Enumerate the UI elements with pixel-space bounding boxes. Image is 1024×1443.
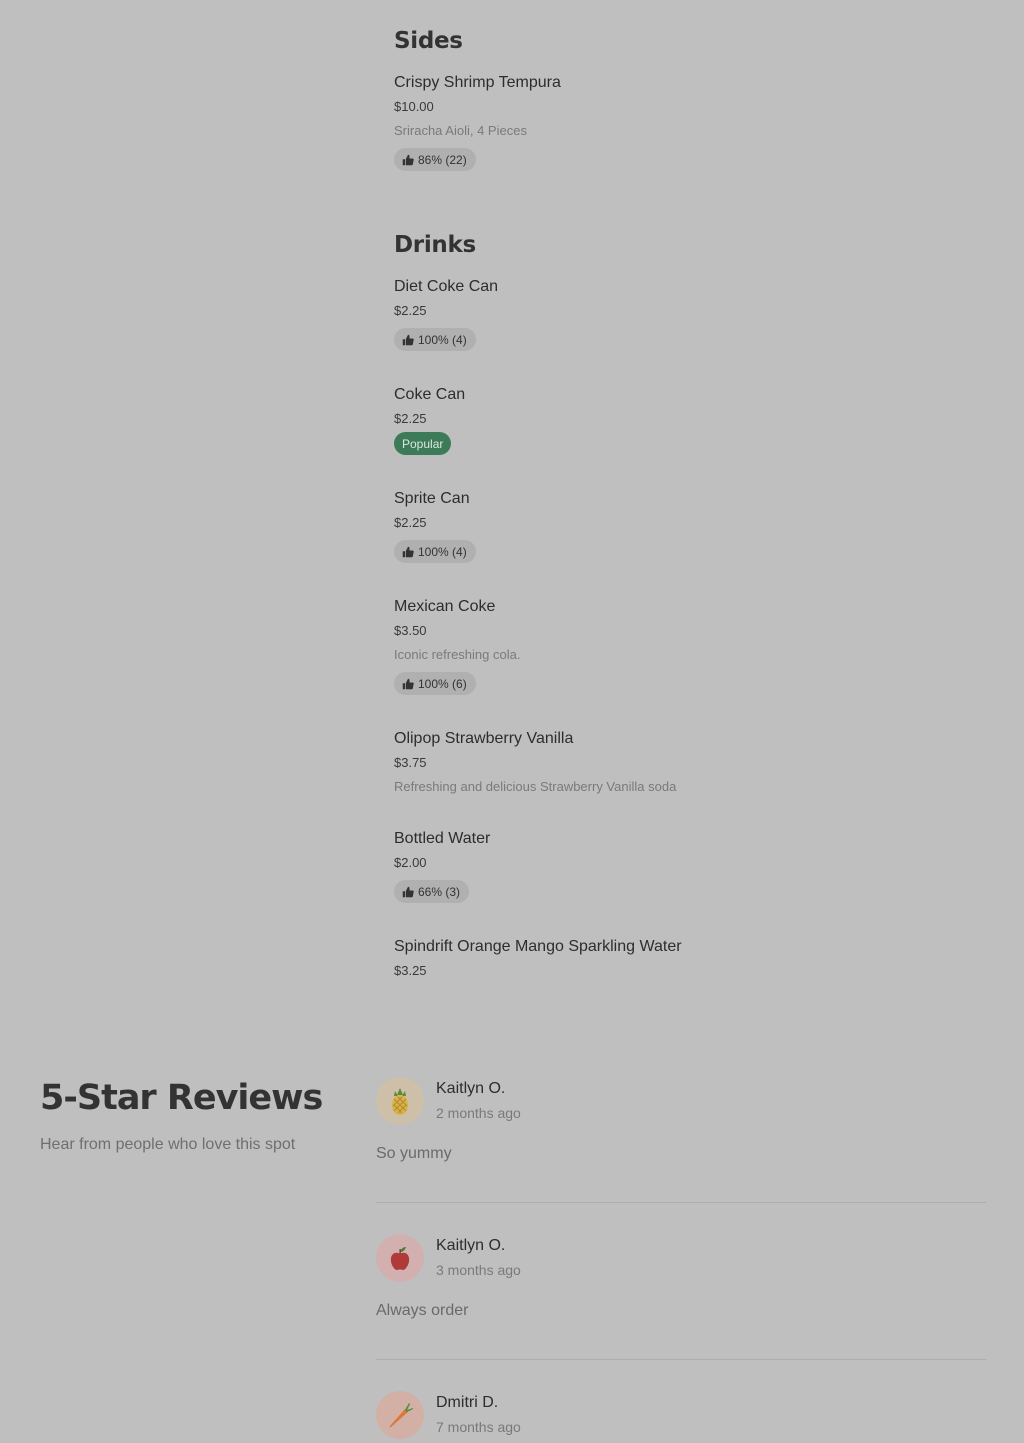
item-name: Spindrift Orange Mango Sparkling Water [394,938,682,955]
thumbs-up-icon [402,334,414,345]
rating-value: 100% (6) [418,676,467,691]
item-price: $2.25 [394,411,427,426]
review-text: So yummy [376,1145,452,1162]
rating-badge: 100% (6) [394,672,476,695]
rating-badge: 66% (3) [394,880,470,903]
reviewer-name: Kaitlyn O. [436,1080,506,1097]
reviewer-name: Dmitri D. [436,1394,499,1411]
menu-item-sprite-can[interactable]: Sprite Can $2.25 100% (4) [394,489,994,563]
menu-item-diet-coke-can[interactable]: Diet Coke Can $2.25 100% (4) [394,277,994,351]
menu-item-coke-can[interactable]: Coke Can $2.25 Popular [394,385,994,455]
reviews-subheading: Hear from people who love this spot [40,1136,296,1153]
thumbs-up-icon [402,154,414,165]
review-text: Always order [376,1302,469,1319]
rating-badge: 86% (22) [394,148,476,171]
section-title-drinks: Drinks [394,232,476,258]
item-name: Sprite Can [394,490,470,507]
item-description: Iconic refreshing cola. [394,647,521,662]
item-name: Mexican Coke [394,598,496,615]
section-title-sides: Sides [394,28,463,54]
rating-badge: 100% (4) [394,328,476,351]
carrot-icon [389,1403,413,1428]
reviews-heading: 5-Star Reviews [40,1078,323,1118]
item-price: $3.75 [394,755,427,770]
pineapple-icon [392,1088,408,1115]
item-description: Sriracha Aioli, 4 Pieces [394,123,527,138]
thumbs-up-icon [402,678,414,689]
item-price: $2.25 [394,303,427,318]
rating-value: 100% (4) [418,332,467,347]
thumbs-up-icon [402,886,414,897]
item-name: Olipop Strawberry Vanilla [394,730,574,747]
popular-badge: Popular [394,432,452,455]
menu-item-olipop-strawberry-vanilla[interactable]: Olipop Strawberry Vanilla $3.75 Refreshi… [394,729,994,796]
item-name: Crispy Shrimp Tempura [394,74,561,91]
menu-item-bottled-water[interactable]: Bottled Water $2.00 66% (3) [394,829,994,903]
rating-value: 86% (22) [418,152,467,167]
item-price: $2.25 [394,515,427,530]
rating-badge: 100% (4) [394,540,476,563]
review-time: 3 months ago [436,1262,521,1278]
item-price: $3.50 [394,623,427,638]
divider [376,1202,986,1203]
menu-item-spindrift-orange-mango[interactable]: Spindrift Orange Mango Sparkling Water $… [394,937,994,980]
apple-icon [390,1247,410,1270]
review-card: Kaitlyn O. 3 months ago Always order [376,1234,986,1320]
avatar [376,1234,424,1282]
item-name: Bottled Water [394,830,491,847]
item-name: Diet Coke Can [394,278,499,295]
review-time: 7 months ago [436,1419,521,1435]
avatar [376,1391,424,1439]
rating-value: 100% (4) [418,544,467,559]
divider [376,1359,986,1360]
item-price: $3.25 [394,963,427,978]
item-price: $2.00 [394,855,427,870]
menu-item-mexican-coke[interactable]: Mexican Coke $3.50 Iconic refreshing col… [394,597,994,695]
thumbs-up-icon [402,546,414,557]
item-price: $10.00 [394,99,434,114]
review-card: Kaitlyn O. 2 months ago So yummy [376,1077,986,1163]
item-description: Refreshing and delicious Strawberry Vani… [394,779,677,794]
avatar [376,1077,424,1125]
item-name: Coke Can [394,386,466,403]
rating-value: 66% (3) [418,884,461,899]
menu-item-crispy-shrimp-tempura[interactable]: Crispy Shrimp Tempura $10.00 Sriracha Ai… [394,73,994,171]
review-card: Dmitri D. 7 months ago [376,1391,986,1439]
review-time: 2 months ago [436,1105,521,1121]
reviewer-name: Kaitlyn O. [436,1237,506,1254]
